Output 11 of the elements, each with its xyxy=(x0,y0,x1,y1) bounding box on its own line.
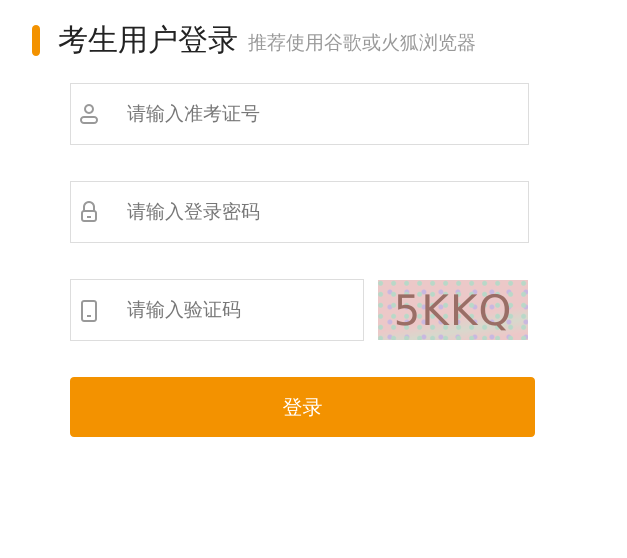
accent-bar xyxy=(32,25,40,56)
phone-icon xyxy=(80,299,98,323)
browser-hint: 推荐使用谷歌或火狐浏览器 xyxy=(248,30,476,56)
input-field[interactable]: 请输入验证码 xyxy=(70,279,364,341)
captcha-image[interactable]: 5KKQ xyxy=(378,280,528,340)
input-field[interactable]: 请输入登录密码 xyxy=(70,181,529,243)
input-field[interactable]: 请输入准考证号 xyxy=(70,83,529,145)
login-button[interactable]: 登录 xyxy=(70,377,535,437)
user-icon xyxy=(79,103,99,125)
page-title: 考生用户登录 xyxy=(58,22,238,60)
lock-icon xyxy=(79,201,99,223)
